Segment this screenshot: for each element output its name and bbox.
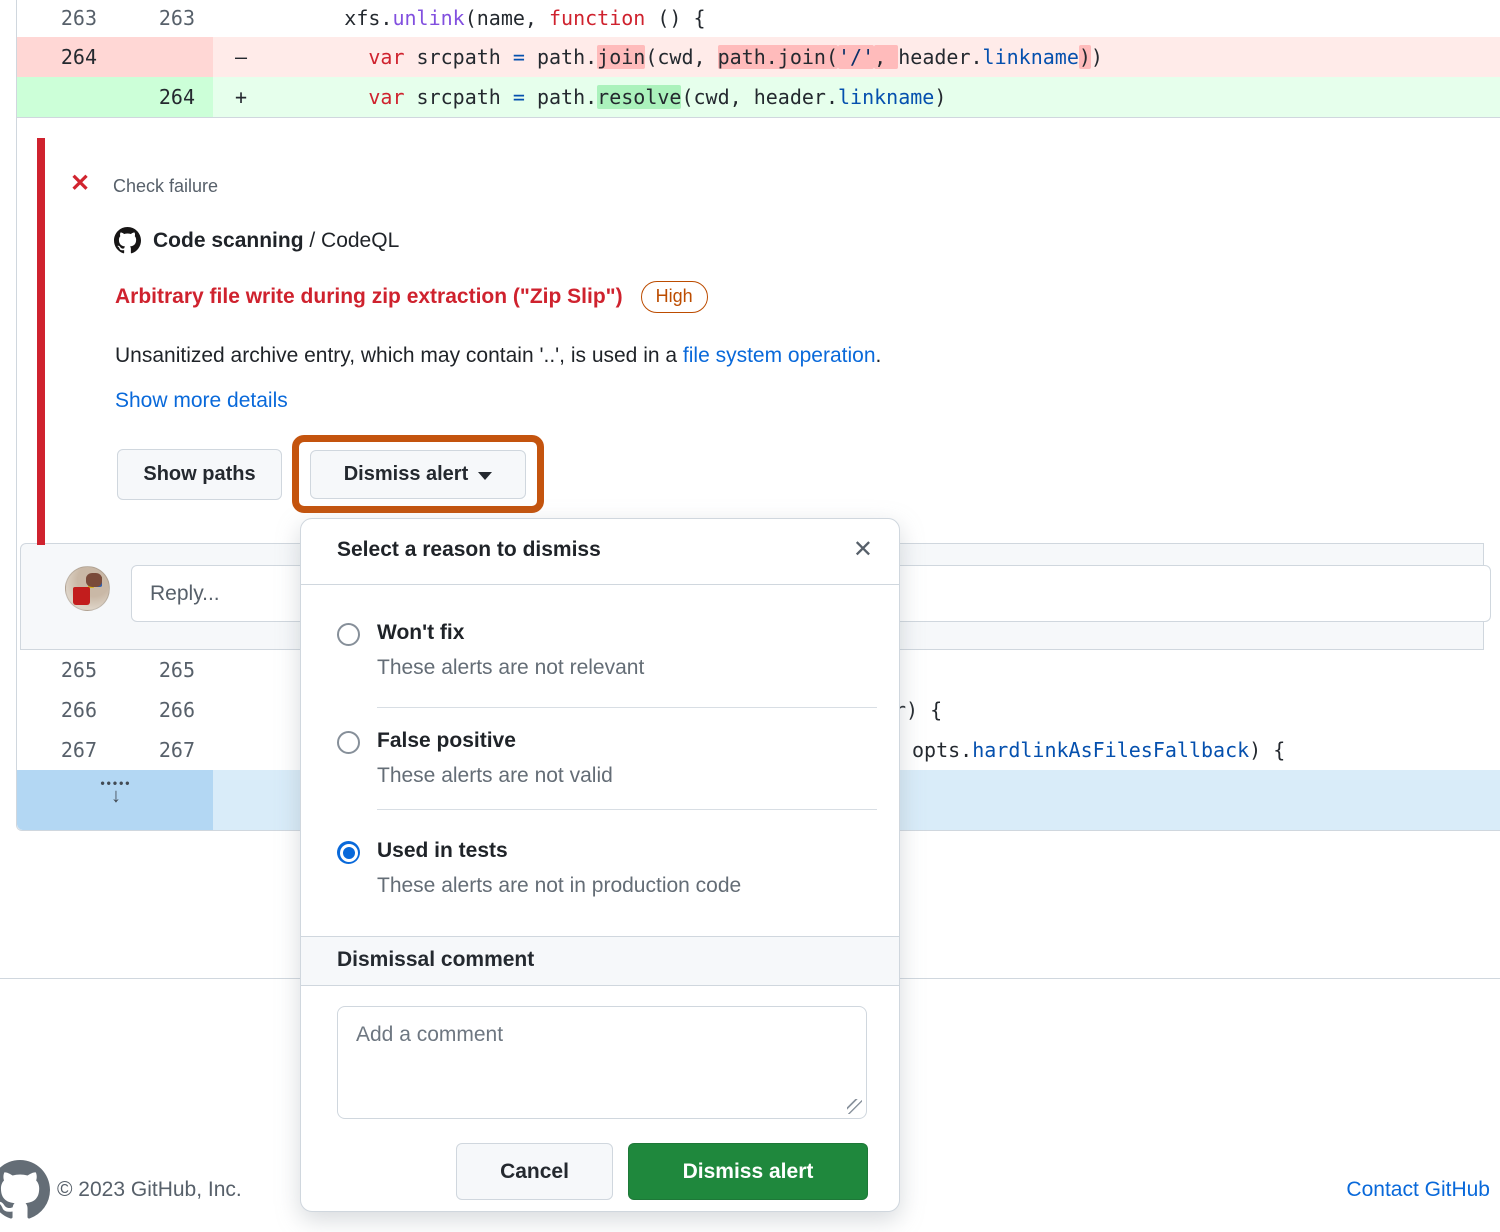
close-icon[interactable]: ✕ [853,536,873,564]
old-line-number: 266 [17,690,97,730]
radio-false-positive[interactable] [337,731,360,754]
divider [377,707,877,708]
alert-description: Unsanitized archive entry, which may con… [115,344,881,368]
radio-wont-fix[interactable] [337,623,360,646]
chevron-down-icon [478,472,492,480]
show-more-details-link[interactable]: Show more details [115,389,288,413]
check-failure-accent-bar [37,138,45,545]
code-line: var srcpath = path.join(cwd, path.join('… [260,37,1103,77]
radio-used-in-tests[interactable] [337,841,360,864]
option-label: Won't fix [377,619,644,647]
github-mark-icon [114,227,141,254]
option-description: These alerts are not in production code [377,872,741,900]
cancel-button[interactable]: Cancel [456,1143,613,1200]
contact-github-link[interactable]: Contact GitHub [1346,1178,1490,1202]
dialog-title: Select a reason to dismiss [337,538,601,562]
option-label: Used in tests [377,837,741,865]
alert-title: Arbitrary file write during zip extracti… [115,285,623,309]
dismiss-alert-dropdown-button[interactable]: Dismiss alert [310,450,526,499]
old-line-number: 264 [17,37,97,77]
dismissal-comment-textarea[interactable] [337,1006,867,1119]
removed-sign: – [235,37,247,77]
code-line-partial: r) { [894,690,942,730]
old-line-number: 267 [17,730,97,770]
dismiss-alert-label: Dismiss alert [344,463,469,486]
diff-row-removed-264: 264 – var srcpath = path.join(cwd, path.… [17,37,1500,77]
dialog-header: Select a reason to dismiss ✕ [301,519,899,585]
new-line-number: 265 [115,650,195,690]
old-line-number: 263 [17,0,97,37]
option-wont-fix[interactable]: Won't fix These alerts are not relevant [337,619,877,682]
expand-down-icon[interactable]: ••••• ↓ [91,778,141,806]
check-tool-line: Code scanning / CodeQL [114,227,399,254]
file-system-operation-link[interactable]: file system operation [683,344,876,367]
option-used-in-tests[interactable]: Used in tests These alerts are not in pr… [337,837,877,900]
option-label: False positive [377,727,613,755]
option-description: These alerts are not valid [377,762,613,790]
option-description: These alerts are not relevant [377,654,644,682]
check-failure-x-icon: ✕ [70,172,90,196]
dismissal-comment-section: Dismissal comment [301,936,899,986]
code-line: var srcpath = path.resolve(cwd, header.l… [260,77,946,117]
code-line: xfs.unlink(name, function () { [260,0,706,37]
code-line-partial: opts.hardlinkAsFilesFallback) { [912,730,1285,770]
github-logo-footer [0,1160,50,1220]
old-line-number: 265 [17,650,97,690]
divider [17,117,1500,118]
dismiss-reason-dialog: Select a reason to dismiss ✕ Won't fix T… [300,518,900,1212]
divider [377,809,877,810]
diff-row-added-264: 264 + var srcpath = path.resolve(cwd, he… [17,77,1500,117]
new-line-number: 263 [115,0,195,37]
check-tool-name: Code scanning / CodeQL [153,229,399,253]
check-status-label: Check failure [113,176,218,197]
expand-row-gutter[interactable]: ••••• ↓ [17,770,213,830]
diff-row-context-263: 263 263 xfs.unlink(name, function () { [17,0,1500,37]
footer-copyright: © 2023 GitHub, Inc. [57,1178,242,1202]
page: 263 263 xfs.unlink(name, function () { 2… [0,0,1500,1232]
new-line-number: 267 [115,730,195,770]
alert-title-row: Arbitrary file write during zip extracti… [115,281,708,313]
new-line-number: 266 [115,690,195,730]
severity-badge: High [641,281,708,313]
show-paths-button[interactable]: Show paths [117,449,282,500]
dismiss-alert-confirm-button[interactable]: Dismiss alert [628,1143,868,1200]
added-sign: + [235,77,247,117]
option-false-positive[interactable]: False positive These alerts are not vali… [337,727,877,790]
dismissal-comment-label: Dismissal comment [337,948,534,972]
new-line-number: 264 [115,77,195,117]
